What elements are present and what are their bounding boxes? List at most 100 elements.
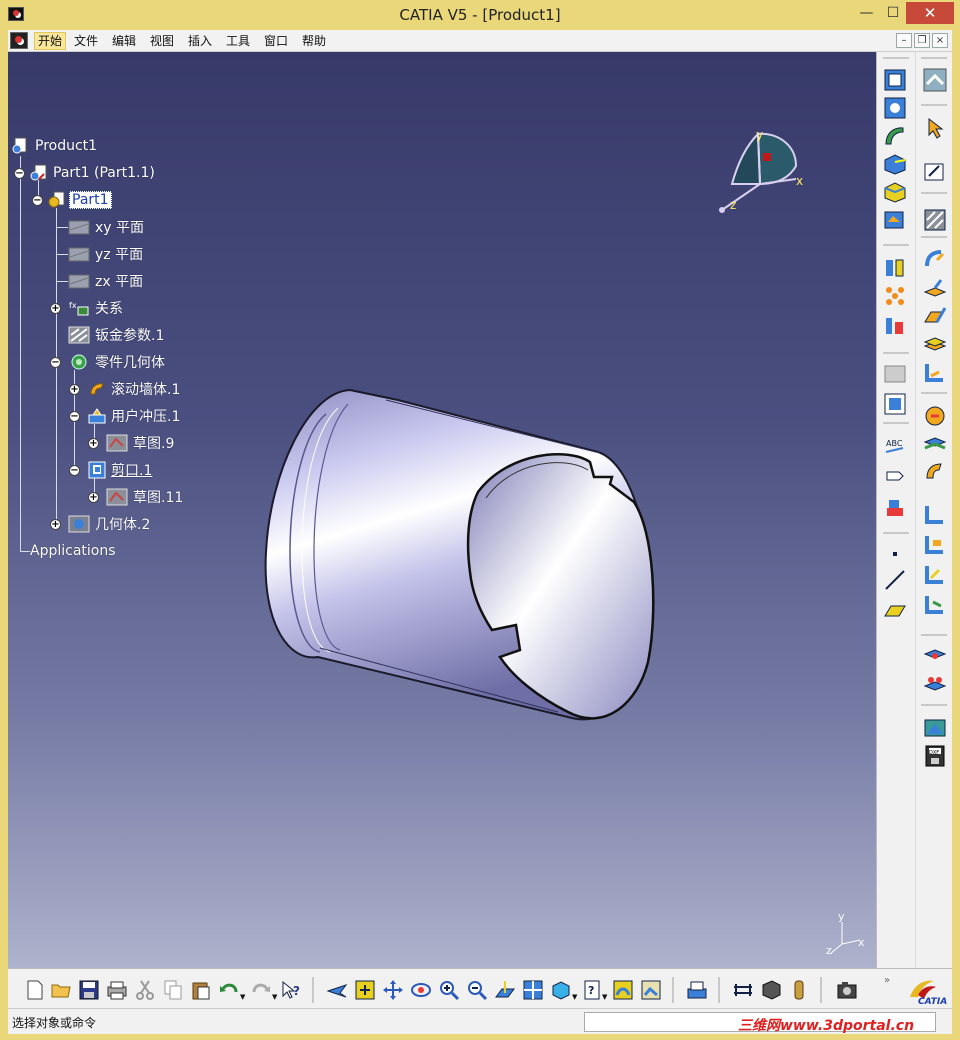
doc-minimize-button[interactable]: – <box>896 33 912 48</box>
mirror-tool-icon[interactable] <box>923 644 947 668</box>
menu-file[interactable]: 文件 <box>71 32 101 50</box>
tear-drop-tool-icon[interactable] <box>923 304 947 328</box>
menu-edit[interactable]: 编辑 <box>109 32 139 50</box>
tree-node-cutout[interactable]: 剪口.1 <box>88 460 154 480</box>
tree-node-part1[interactable]: Part1 <box>48 190 112 210</box>
view-management-tool-icon[interactable] <box>883 362 907 386</box>
paste-icon[interactable] <box>190 979 212 1001</box>
multi-view-icon[interactable] <box>522 979 544 1001</box>
annotation-tool-icon[interactable]: ABC <box>883 434 907 458</box>
flanged-cutout-tool-icon[interactable] <box>923 592 947 616</box>
toolbar-overflow-icon[interactable]: » <box>884 975 890 986</box>
curve-stamp-tool-icon[interactable] <box>923 562 947 586</box>
catalog-browser-icon[interactable] <box>686 979 708 1001</box>
normal-view-icon[interactable] <box>494 979 516 1001</box>
measure-item-icon[interactable] <box>760 979 782 1001</box>
tree-node-applications[interactable]: Applications <box>28 541 118 561</box>
rolled-wall-tool-icon[interactable] <box>883 124 907 148</box>
measure-inertia-icon[interactable] <box>788 979 810 1001</box>
view-mode-icon[interactable]: ? <box>582 979 604 1001</box>
swept-flange-tool-icon[interactable] <box>923 360 947 384</box>
wall-tool-icon[interactable] <box>883 152 907 176</box>
redo-icon[interactable] <box>250 979 272 1001</box>
expander-part1[interactable]: − <box>32 195 43 206</box>
tree-node-part-body[interactable]: 零件几何体 <box>68 352 167 372</box>
expander-sketch11[interactable]: + <box>88 492 99 503</box>
zoom-in-icon[interactable] <box>438 979 460 1001</box>
swap-visible-space-icon[interactable] <box>640 979 662 1001</box>
select-arrow-icon[interactable] <box>923 116 947 140</box>
flange-tool-icon[interactable] <box>923 208 947 232</box>
tree-node-product1[interactable]: Product1 <box>12 136 99 156</box>
undo-dropdown-icon[interactable]: ▼ <box>240 993 246 1001</box>
fold-view-tool-icon[interactable] <box>883 392 907 416</box>
doc-restore-button[interactable]: ❐ <box>914 33 930 48</box>
menu-tools[interactable]: 工具 <box>223 32 253 50</box>
tree-node-sheetmetal-params[interactable]: 钣金参数.1 <box>68 325 166 345</box>
expander-user-stamp[interactable]: − <box>69 411 80 422</box>
tree-node-rolled-wall[interactable]: 滚动墙体.1 <box>88 379 182 399</box>
fly-mode-icon[interactable] <box>326 979 348 1001</box>
open-folder-icon[interactable] <box>50 979 72 1001</box>
sketcher-icon[interactable] <box>923 160 947 184</box>
save-icon[interactable] <box>78 979 100 1001</box>
plane-tool-icon[interactable] <box>883 598 907 622</box>
doc-close-button[interactable]: × <box>932 33 948 48</box>
tree-node-body2[interactable]: 几何体.2 <box>68 514 152 534</box>
tree-node-sketch9[interactable]: 草图.9 <box>106 433 176 453</box>
extrusion-tool-icon[interactable] <box>883 180 907 204</box>
corner-relief-tool-icon[interactable] <box>883 314 907 338</box>
pattern-tool-icon[interactable] <box>883 284 907 308</box>
swept-wall-tool-icon[interactable] <box>883 208 907 232</box>
save-dxf-tool-icon[interactable]: DXF <box>923 744 947 768</box>
cut-icon[interactable] <box>134 979 156 1001</box>
document-icon[interactable] <box>10 32 28 49</box>
pan-icon[interactable] <box>382 979 404 1001</box>
corner-tool-icon[interactable] <box>923 460 947 484</box>
expander-sketch9[interactable]: + <box>88 438 99 449</box>
redo-dropdown-icon[interactable]: ▼ <box>272 993 278 1001</box>
tree-node-sketch11[interactable]: 草图.11 <box>106 487 185 507</box>
3d-viewport[interactable]: y x z y x z − − + − + − + − + + Product1… <box>8 52 876 968</box>
copy-icon[interactable] <box>162 979 184 1001</box>
sheetmetal-workbench-icon[interactable] <box>923 68 947 92</box>
expander-part1-instance[interactable]: − <box>14 168 25 179</box>
capture-camera-icon[interactable] <box>836 979 858 1001</box>
whats-this-icon[interactable]: ? <box>280 979 302 1001</box>
hem-tool-icon[interactable] <box>923 276 947 300</box>
tree-node-user-stamp[interactable]: 用户冲压.1 <box>88 406 182 426</box>
cutout-tool-icon[interactable] <box>923 404 947 428</box>
recognize-tool-icon[interactable] <box>883 96 907 120</box>
unfold-tool-icon[interactable] <box>883 256 907 280</box>
zoom-out-icon[interactable] <box>466 979 488 1001</box>
arrow-flag-tool-icon[interactable] <box>883 464 907 488</box>
tree-node-zx-plane[interactable]: zx 平面 <box>68 271 145 291</box>
rectangular-pattern-tool-icon[interactable] <box>923 672 947 696</box>
save-management-tool-icon[interactable] <box>923 716 947 740</box>
expander-cutout[interactable]: − <box>69 465 80 476</box>
print-icon[interactable] <box>106 979 128 1001</box>
expander-body2[interactable]: + <box>50 519 61 530</box>
quick-view-dropdown-icon[interactable]: ▼ <box>572 993 578 1001</box>
measure-tool-icon[interactable] <box>883 496 907 520</box>
tree-node-xy-plane[interactable]: xy 平面 <box>68 217 146 237</box>
line-tool-icon[interactable] <box>883 568 907 592</box>
surface-stamp-tool-icon[interactable] <box>923 502 947 526</box>
menu-view[interactable]: 视图 <box>147 32 177 50</box>
fit-all-icon[interactable] <box>354 979 376 1001</box>
expander-part-body[interactable]: − <box>50 357 61 368</box>
sheetmetal-params-tool-icon[interactable] <box>883 68 907 92</box>
menu-help[interactable]: 帮助 <box>299 32 329 50</box>
expander-rolled-wall[interactable]: + <box>69 384 80 395</box>
point-tool-icon[interactable] <box>883 542 907 566</box>
menu-window[interactable]: 窗口 <box>261 32 291 50</box>
bend-tool-icon[interactable] <box>923 248 947 272</box>
measure-between-icon[interactable] <box>732 979 754 1001</box>
menu-start[interactable]: 开始 <box>34 32 67 50</box>
expander-relations[interactable]: + <box>50 303 61 314</box>
maximize-button[interactable]: ☐ <box>880 2 906 24</box>
undo-icon[interactable] <box>218 979 240 1001</box>
tree-node-yz-plane[interactable]: yz 平面 <box>68 244 145 264</box>
hide-show-icon[interactable] <box>612 979 634 1001</box>
quick-view-icon[interactable] <box>550 979 572 1001</box>
